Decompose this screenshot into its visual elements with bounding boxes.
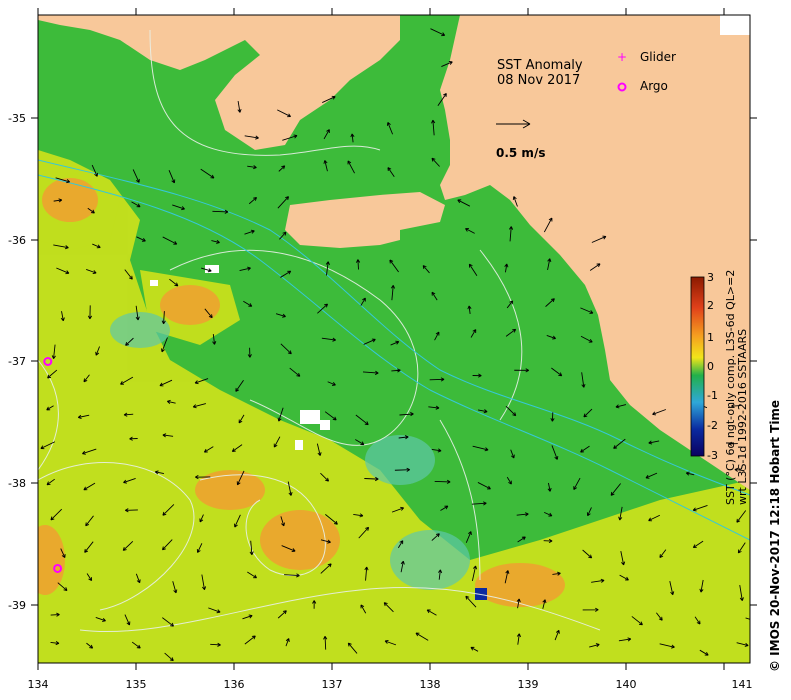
- cloud-pixel: [150, 280, 158, 286]
- colorbar-caption-line2: wrt L3S-1d 1992-2016 SSTAARS: [736, 329, 749, 505]
- white-corner-patch: [720, 15, 750, 35]
- glider-legend-item: + Glider: [617, 50, 676, 64]
- sst-anomaly-map: 134 135 136 137 138 139 140 141 -35 -36 …: [8, 8, 782, 691]
- cloud-pixel: [295, 440, 303, 450]
- map-title: SST Anomaly: [497, 58, 583, 73]
- y-tick-label: -38: [8, 477, 26, 490]
- x-tick-label: 139: [518, 678, 539, 691]
- cool-patch-2: [110, 312, 170, 348]
- map-date: 08 Nov 2017: [497, 73, 580, 88]
- glider-marker-icon: +: [617, 50, 627, 64]
- glider-label: Glider: [640, 50, 676, 64]
- x-tick-label: 137: [322, 678, 343, 691]
- cb-tick-label: 0: [707, 360, 714, 373]
- colorbar-bar: [690, 276, 705, 457]
- cb-tick-label: 1: [707, 331, 714, 344]
- hot-patch-5: [160, 285, 220, 325]
- y-tick-label: -37: [8, 355, 26, 368]
- cool-patch-1: [390, 530, 470, 590]
- imos-credit: © IMOS 20-Nov-2017 12:18 Hobart Time: [768, 400, 782, 672]
- cb-tick-label: -2: [707, 419, 718, 432]
- x-tick-label: 136: [224, 678, 245, 691]
- hot-patch-6: [38, 525, 65, 595]
- cb-tick-label: -3: [707, 449, 718, 462]
- x-tick-label: 140: [616, 678, 637, 691]
- cloud-pixel: [320, 420, 330, 430]
- y-tick-label: -36: [8, 234, 26, 247]
- hot-patch-4: [42, 178, 98, 222]
- scale-arrow-label: 0.5 m/s: [496, 146, 545, 160]
- x-tick-label: 134: [28, 678, 49, 691]
- cloud-pixel: [300, 410, 320, 424]
- cb-tick-label: -1: [707, 389, 718, 402]
- x-tick-label: 141: [732, 678, 753, 691]
- x-tick-label: 135: [126, 678, 147, 691]
- x-tick-label: 138: [420, 678, 441, 691]
- plot-area: [38, 15, 750, 663]
- cb-tick-label: 2: [707, 299, 714, 312]
- y-tick-label: -39: [8, 599, 26, 612]
- cb-tick-label: 3: [707, 271, 714, 284]
- y-tick-label: -35: [8, 112, 26, 125]
- hot-patch-2: [260, 510, 340, 570]
- argo-label: Argo: [640, 79, 668, 93]
- cloud-pixel: [205, 265, 219, 273]
